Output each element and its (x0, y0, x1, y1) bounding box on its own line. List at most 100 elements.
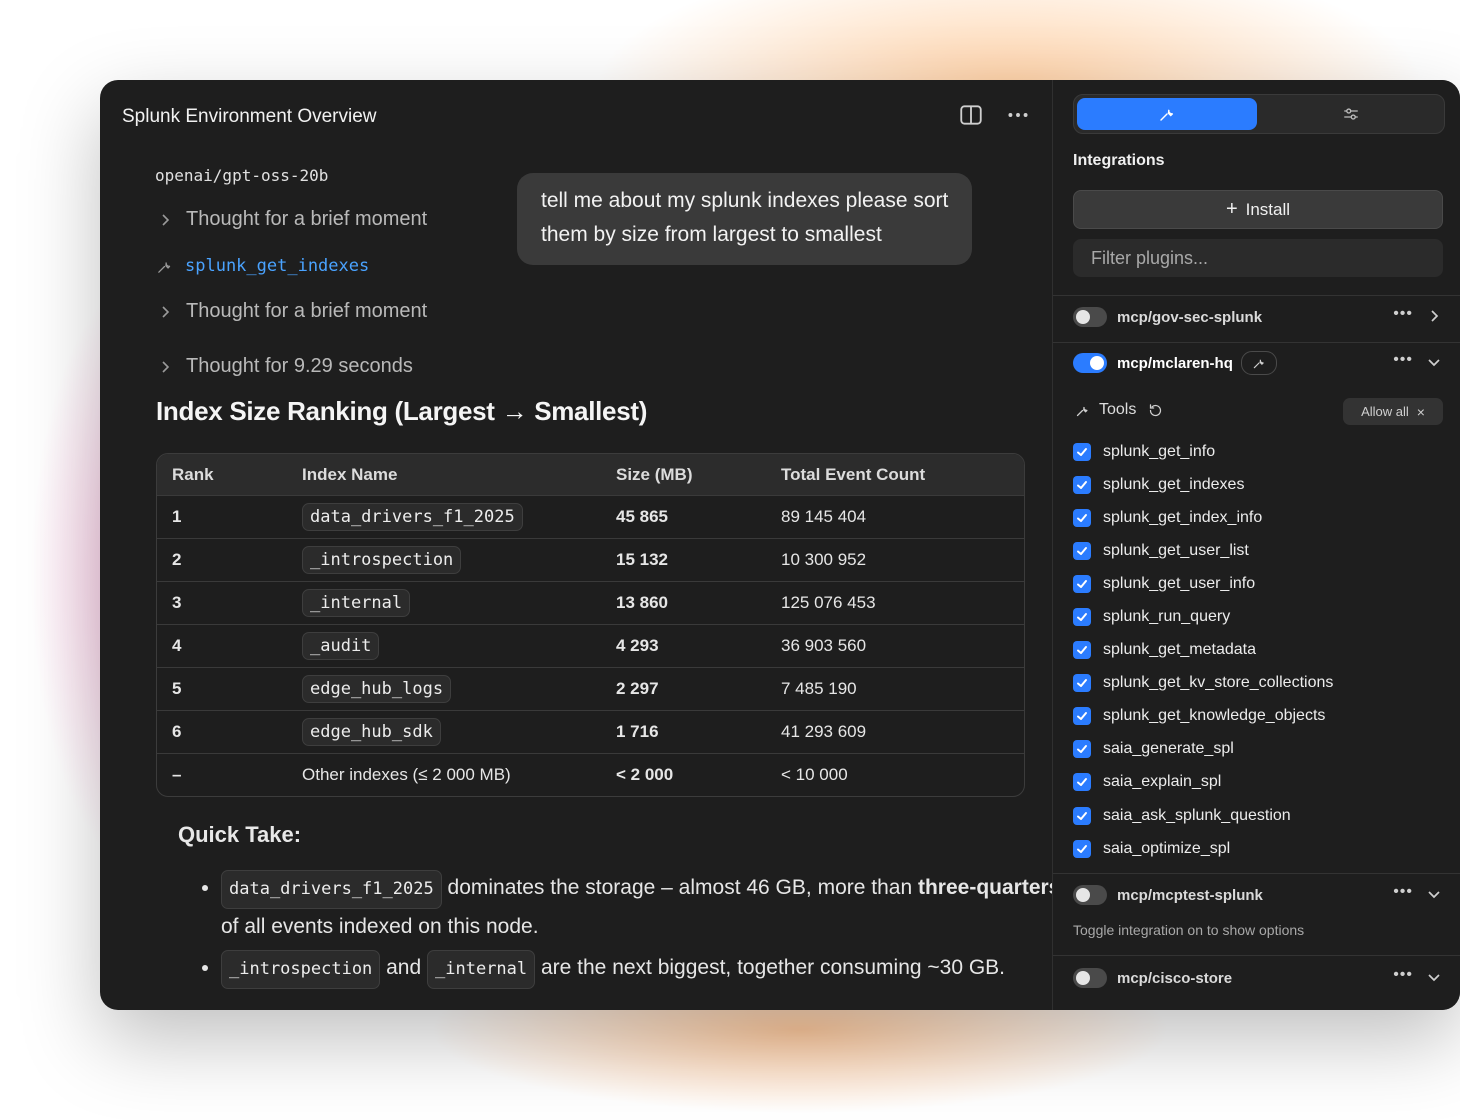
thought-label: Thought for a brief moment (186, 208, 428, 230)
thought-step[interactable]: Thought for 9.29 seconds (158, 355, 413, 378)
event-count-cell: 36 903 560 (781, 624, 1024, 668)
close-icon: × (1416, 403, 1425, 420)
list-item: _introspection and _internal are the nex… (221, 950, 1071, 989)
chevron-down-icon[interactable] (1427, 970, 1441, 984)
rank-cell: 2 (157, 538, 302, 582)
checkbox-checked-icon[interactable] (1073, 541, 1091, 560)
tool-item[interactable]: saia_ask_splunk_question (1073, 799, 1333, 832)
more-icon[interactable]: ••• (1393, 966, 1413, 984)
tool-item[interactable]: saia_optimize_spl (1073, 832, 1333, 865)
tool-item[interactable]: saia_generate_spl (1073, 733, 1333, 766)
index-name-code: edge_hub_logs (302, 675, 452, 703)
tool-item[interactable]: splunk_get_indexes (1073, 468, 1333, 501)
tool-call-step[interactable]: splunk_get_indexes (156, 256, 369, 276)
more-icon[interactable]: ••• (1393, 351, 1413, 369)
chat-pane: Splunk Environment Overview openai/gpt-o… (100, 80, 1060, 1010)
checkbox-checked-icon[interactable] (1073, 674, 1091, 693)
plugin-toggle[interactable] (1073, 885, 1107, 905)
tool-label: splunk_get_info (1103, 442, 1216, 460)
checkbox-checked-icon[interactable] (1073, 475, 1091, 494)
size-cell: 2 297 (616, 667, 781, 711)
tab-settings[interactable] (1261, 98, 1441, 130)
chevron-down-icon[interactable] (1427, 887, 1441, 901)
tool-item[interactable]: splunk_run_query (1073, 600, 1333, 633)
tool-item[interactable]: saia_explain_spl (1073, 766, 1333, 799)
tool-item[interactable]: splunk_get_knowledge_objects (1073, 700, 1333, 733)
index-name-code: _audit (302, 632, 380, 660)
quick-take-list: data_drivers_f1_2025 dominates the stora… (195, 870, 1071, 995)
event-count-cell: 10 300 952 (781, 538, 1024, 582)
tool-item[interactable]: splunk_get_info (1073, 435, 1333, 468)
checkbox-checked-icon[interactable] (1073, 641, 1091, 660)
user-message-bubble: tell me about my splunk indexes please s… (517, 173, 972, 265)
size-cell: 15 132 (616, 538, 781, 582)
response-heading: Index Size Ranking (Largest → Smallest) (156, 396, 648, 426)
tool-label: saia_optimize_spl (1103, 839, 1231, 857)
checkbox-checked-icon[interactable] (1073, 773, 1091, 792)
plugin-name: mcp/cisco-store (1117, 969, 1233, 987)
tool-label: saia_explain_spl (1103, 773, 1222, 791)
index-name-code: _internal (302, 589, 411, 617)
rank-cell: 3 (157, 581, 302, 625)
index-name-code: edge_hub_sdk (302, 718, 441, 746)
size-cell: 4 293 (616, 624, 781, 668)
plugin-toggle[interactable] (1073, 307, 1107, 327)
table-row: 3 _internal 13 860 125 076 453 (157, 581, 1024, 625)
page-title: Splunk Environment Overview (122, 106, 377, 127)
sidebar-split-icon[interactable] (958, 102, 984, 128)
bold-text: three-quarters (917, 876, 1061, 899)
checkbox-checked-icon[interactable] (1073, 574, 1091, 593)
tool-item[interactable]: splunk_get_user_list (1073, 534, 1333, 567)
plugin-toggle[interactable] (1073, 353, 1107, 373)
plugin-toggle[interactable] (1073, 968, 1107, 988)
chevron-right-icon (162, 360, 170, 373)
tool-item[interactable]: splunk_get_kv_store_collections (1073, 667, 1333, 700)
tool-label: splunk_get_knowledge_objects (1103, 707, 1326, 725)
tool-label: splunk_get_user_info (1103, 574, 1256, 592)
chevron-right-icon (162, 213, 170, 226)
more-icon[interactable]: ••• (1393, 305, 1413, 323)
more-icon[interactable] (1005, 102, 1031, 128)
more-icon[interactable]: ••• (1393, 883, 1413, 901)
chevron-right-icon[interactable] (1427, 309, 1441, 323)
index-name-cell: data_drivers_f1_2025 (302, 495, 616, 539)
checkbox-checked-icon[interactable] (1073, 806, 1091, 825)
checkbox-checked-icon[interactable] (1073, 740, 1091, 759)
chevron-down-icon[interactable] (1427, 355, 1441, 369)
thought-step[interactable]: Thought for a brief moment (158, 208, 427, 231)
allow-all-button[interactable]: Allow all × (1343, 398, 1443, 425)
tab-tools[interactable] (1077, 98, 1257, 130)
tool-label: splunk_get_user_list (1103, 541, 1249, 559)
table-row: – Other indexes (≤ 2 000 MB) < 2 000 < 10 0… (157, 753, 1024, 796)
size-cell: 1 716 (616, 710, 781, 754)
divider (1053, 955, 1460, 956)
tool-item[interactable]: splunk_get_user_info (1073, 567, 1333, 600)
tool-list: splunk_get_info splunk_get_indexes splunk_… (1073, 435, 1333, 865)
checkbox-checked-icon[interactable] (1073, 442, 1091, 461)
checkbox-checked-icon[interactable] (1073, 608, 1091, 627)
refresh-icon[interactable] (1148, 403, 1163, 418)
thought-step[interactable]: Thought for a brief moment (158, 300, 427, 323)
index-name-cell: edge_hub_sdk (302, 710, 616, 754)
allow-all-label: Allow all (1361, 404, 1409, 419)
tool-label: saia_ask_splunk_question (1103, 806, 1291, 824)
chevron-right-icon (162, 305, 170, 318)
install-button[interactable]: + Install (1073, 190, 1443, 229)
checkbox-checked-icon[interactable] (1073, 839, 1091, 858)
tool-item[interactable]: splunk_get_metadata (1073, 634, 1333, 667)
column-header: Total Event Count (781, 454, 1024, 496)
checkbox-checked-icon[interactable] (1073, 508, 1091, 527)
plugin-row[interactable]: mcp/cisco-store ••• (1073, 964, 1443, 992)
wrench-icon (1076, 406, 1088, 416)
plugin-row[interactable]: mcp/mclaren-hq ••• (1073, 349, 1443, 377)
table-row: 1 data_drivers_f1_2025 45 865 89 145 404 (157, 495, 1024, 539)
index-name-cell: edge_hub_logs (302, 667, 616, 711)
index-name-code: data_drivers_f1_2025 (302, 503, 523, 531)
checkbox-checked-icon[interactable] (1073, 707, 1091, 726)
plugin-row[interactable]: mcp/gov-sec-splunk ••• (1073, 303, 1443, 331)
plugin-row[interactable]: mcp/mcptest-splunk ••• (1073, 881, 1443, 909)
tool-item[interactable]: splunk_get_index_info (1073, 501, 1333, 534)
index-name-cell: Other indexes (≤ 2 000 MB) (302, 753, 616, 796)
filter-plugins-input[interactable]: Filter plugins... (1073, 239, 1443, 277)
table-row: 6 edge_hub_sdk 1 716 41 293 609 (157, 710, 1024, 754)
